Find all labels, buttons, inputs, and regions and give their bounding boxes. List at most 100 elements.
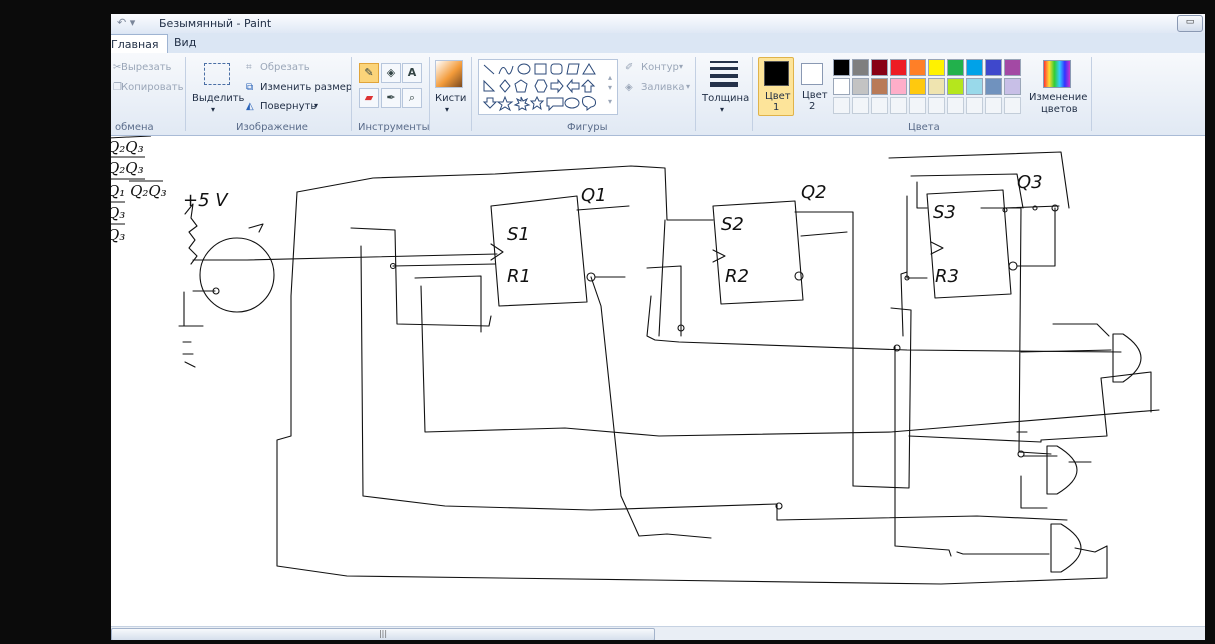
palette-swatch[interactable]	[890, 97, 907, 114]
color2-label[interactable]: Цвет	[802, 90, 828, 101]
fill-button[interactable]: Заливка	[641, 82, 685, 93]
color1-number: 1	[773, 102, 780, 113]
chevron-down-icon[interactable]: ▾	[679, 62, 683, 71]
palette-swatch[interactable]	[947, 78, 964, 95]
pencil-icon[interactable]: ✎	[359, 63, 379, 83]
divider	[429, 57, 430, 131]
palette-swatch[interactable]	[833, 59, 850, 76]
minimize-button[interactable]: ▭	[1177, 15, 1203, 32]
outline-button[interactable]: Контур	[641, 62, 679, 73]
resize-button[interactable]: Изменить размер	[260, 82, 352, 93]
chevron-down-icon[interactable]: ▾	[720, 105, 724, 114]
palette-swatch[interactable]	[852, 59, 869, 76]
chevron-down-icon[interactable]: ▾	[211, 105, 215, 114]
palette-swatch[interactable]	[890, 78, 907, 95]
palette-swatch[interactable]	[833, 97, 850, 114]
divider	[752, 57, 753, 131]
crop-icon: ⌗	[246, 62, 252, 73]
q3-label: Q3	[1017, 172, 1043, 193]
window-title: Безымянный - Paint	[159, 17, 272, 30]
palette-swatch[interactable]	[871, 59, 888, 76]
rotate-icon: ◭	[246, 101, 254, 112]
rotate-button[interactable]: Повернуть	[260, 101, 316, 112]
r3-label: R3	[935, 266, 959, 287]
group-label-clipboard: обмена	[115, 122, 154, 133]
title-bar: ↶ ▾ Безымянный - Paint ▭	[111, 14, 1205, 33]
palette-swatch[interactable]	[890, 59, 907, 76]
horizontal-scrollbar[interactable]: |||	[111, 626, 1205, 640]
palette-swatch[interactable]	[928, 59, 945, 76]
fill-icon[interactable]: ◈	[381, 63, 401, 83]
shapes-gallery[interactable]	[478, 59, 618, 115]
formula-line: Q₁ Q₂Q₃	[111, 182, 167, 200]
color-picker-icon[interactable]: ✒	[381, 88, 401, 108]
palette-swatch[interactable]	[871, 78, 888, 95]
palette-swatch[interactable]	[1004, 97, 1021, 114]
palette-swatch[interactable]	[852, 78, 869, 95]
palette-swatch[interactable]	[871, 97, 888, 114]
quick-access-toolbar[interactable]: ↶ ▾	[117, 16, 135, 29]
formula-line: Q₂Q₃	[111, 159, 144, 177]
select-button[interactable]: Выделить	[192, 93, 244, 104]
palette-swatch[interactable]	[852, 97, 869, 114]
tab-view[interactable]: Вид	[174, 36, 196, 49]
divider	[1091, 57, 1092, 131]
tab-home[interactable]: Главная	[111, 34, 168, 54]
edit-colors-button[interactable]: Изменение	[1029, 92, 1087, 103]
divider	[695, 57, 696, 131]
brushes-button[interactable]: Кисти	[435, 93, 466, 104]
eraser-icon[interactable]: ▰	[359, 88, 379, 108]
scroll-down-icon[interactable]: ▾	[608, 83, 612, 92]
palette-swatch[interactable]	[985, 78, 1002, 95]
palette-swatch[interactable]	[1004, 78, 1021, 95]
cut-button[interactable]: Вырезать	[121, 62, 171, 73]
group-label-image: Изображение	[236, 122, 308, 133]
s2-label: S2	[721, 214, 744, 235]
chevron-down-icon[interactable]: ▾	[314, 101, 318, 110]
palette-swatch[interactable]	[909, 78, 926, 95]
shapes-icons[interactable]	[479, 60, 615, 112]
group-label-colors: Цвета	[908, 122, 940, 133]
fill-shape-icon: ◈	[625, 82, 633, 93]
crop-button[interactable]: Обрезать	[260, 62, 310, 73]
drawing-canvas[interactable]: +5 V Q1 Q2 Q3 S1 R1 S2 R2 S3 R3 Q₂Q₃ Q₂Q…	[111, 136, 1205, 626]
scroll-up-icon[interactable]: ▴	[608, 73, 612, 82]
r2-label: R2	[725, 266, 749, 287]
palette-swatch[interactable]	[928, 97, 945, 114]
scrollbar-thumb[interactable]: |||	[111, 628, 655, 640]
palette-swatch[interactable]	[833, 78, 850, 95]
palette-swatch[interactable]	[909, 97, 926, 114]
palette-swatch[interactable]	[985, 97, 1002, 114]
color1-button[interactable]: Цвет 1	[758, 57, 794, 116]
expand-icon[interactable]: ▾	[608, 97, 612, 106]
text-icon[interactable]: A	[402, 63, 422, 83]
ribbon: ✂ Вырезать ❐ Копировать обмена Выделить …	[111, 53, 1205, 136]
size-button[interactable]: Толщина	[702, 93, 749, 104]
palette-swatch[interactable]	[985, 59, 1002, 76]
edit-colors-button-line2[interactable]: цветов	[1041, 104, 1078, 115]
palette-swatch[interactable]	[947, 97, 964, 114]
edit-colors-icon	[1043, 60, 1071, 88]
palette-swatch[interactable]	[966, 78, 983, 95]
drawing-sketch[interactable]: +5 V Q1 Q2 Q3 S1 R1 S2 R2 S3 R3 Q₂Q₃ Q₂Q…	[111, 136, 1205, 626]
color1-swatch	[764, 61, 789, 86]
color2-number[interactable]: 2	[809, 101, 815, 112]
line-size-icon	[710, 61, 738, 87]
copy-button[interactable]: Копировать	[121, 82, 183, 93]
chevron-down-icon[interactable]: ▾	[686, 82, 690, 91]
palette-swatch[interactable]	[928, 78, 945, 95]
palette-swatch[interactable]	[909, 59, 926, 76]
paint-window: ↶ ▾ Безымянный - Paint ▭ Главная Вид ✂ В…	[111, 14, 1205, 640]
palette-swatch[interactable]	[966, 97, 983, 114]
magnifier-icon[interactable]: ⌕	[402, 88, 422, 108]
brush-icon	[435, 60, 463, 88]
divider	[185, 57, 186, 131]
color2-swatch[interactable]	[801, 63, 823, 85]
palette-swatch[interactable]	[947, 59, 964, 76]
palette-swatch[interactable]	[1004, 59, 1021, 76]
color1-label: Цвет	[765, 91, 791, 102]
s3-label: S3	[933, 202, 956, 223]
group-label-tools: Инструменты	[358, 122, 430, 133]
palette-swatch[interactable]	[966, 59, 983, 76]
chevron-down-icon[interactable]: ▾	[445, 105, 449, 114]
